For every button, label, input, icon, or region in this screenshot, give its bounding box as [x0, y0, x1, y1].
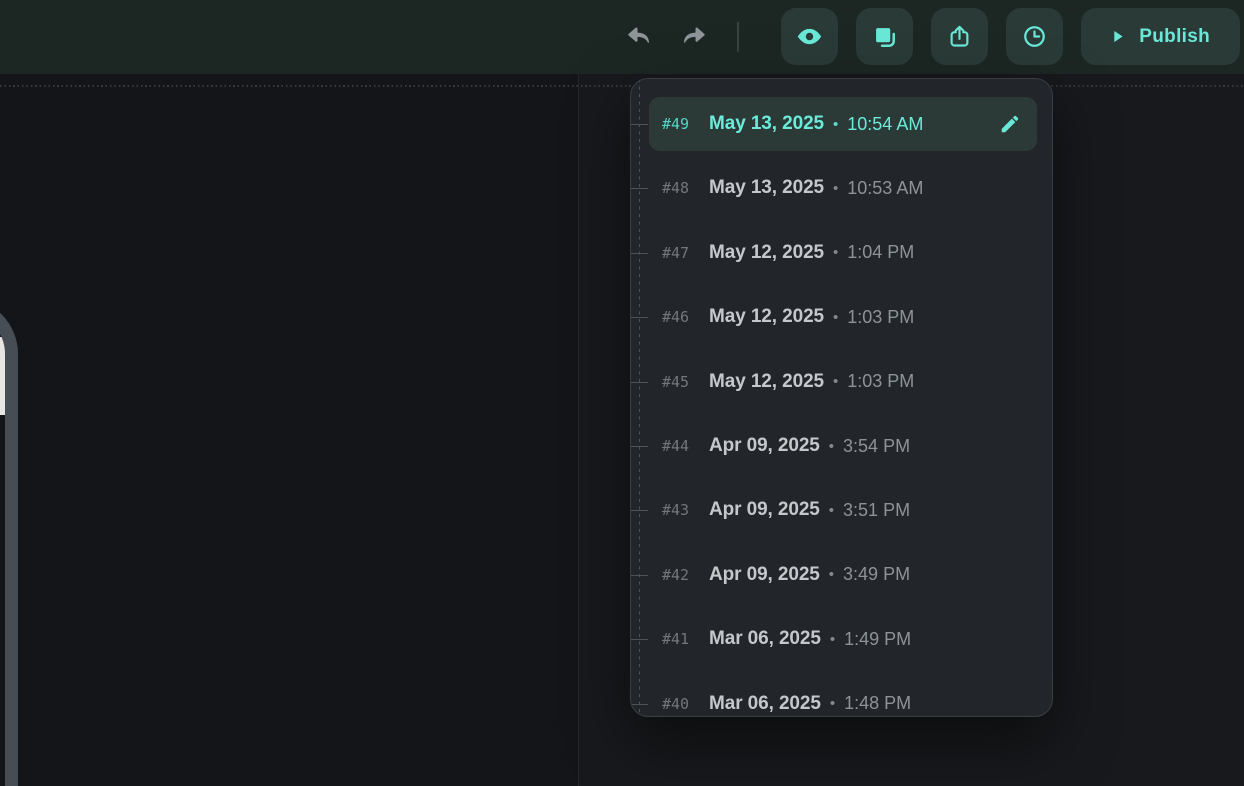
timeline-tick: [631, 124, 648, 125]
version-number: #42: [662, 566, 709, 584]
version-row[interactable]: #49 May 13, 2025 • 10:54 AM: [649, 97, 1037, 151]
version-number: #47: [662, 244, 709, 262]
version-row[interactable]: #47 May 12, 2025 • 1:04 PM: [649, 226, 1037, 280]
canvas-dotted-guide-line: [0, 85, 1244, 87]
toolbar-divider: [737, 22, 739, 52]
version-number: #43: [662, 501, 709, 519]
app-screen: Publish #49 May 13, 2025 • 10:54 AM #48 …: [0, 0, 1244, 786]
separator-dot-icon: •: [833, 116, 838, 133]
version-row[interactable]: #42 Apr 09, 2025 • 3:49 PM: [649, 548, 1037, 602]
preview-button[interactable]: [781, 8, 838, 65]
version-row[interactable]: #46 May 12, 2025 • 1:03 PM: [649, 290, 1037, 344]
undo-button[interactable]: [625, 23, 653, 51]
publish-label: Publish: [1139, 26, 1210, 48]
toolbar-actions: Publish: [625, 8, 1240, 65]
timeline-tick: [631, 639, 648, 640]
share-button[interactable]: [931, 8, 988, 65]
separator-dot-icon: •: [833, 309, 838, 326]
version-time: 1:48 PM: [844, 693, 911, 714]
separator-dot-icon: •: [829, 502, 834, 519]
version-number: #46: [662, 308, 709, 326]
redo-arrow-icon: [680, 23, 707, 50]
publish-button[interactable]: Publish: [1081, 8, 1240, 65]
eye-icon: [796, 23, 823, 50]
timeline-tick: [631, 317, 648, 318]
version-row[interactable]: #41 Mar 06, 2025 • 1:49 PM: [649, 612, 1037, 666]
version-number: #48: [662, 179, 709, 197]
edit-pencil-icon[interactable]: [999, 113, 1021, 135]
timeline-tick: [631, 253, 648, 254]
version-date: Mar 06, 2025: [709, 628, 821, 650]
undo-arrow-icon: [626, 23, 653, 50]
redo-button[interactable]: [679, 23, 707, 51]
separator-dot-icon: •: [833, 180, 838, 197]
duplicate-button[interactable]: [856, 8, 913, 65]
separator-dot-icon: •: [833, 244, 838, 261]
share-upload-icon: [946, 23, 973, 50]
canvas-divider-line: [578, 74, 579, 786]
version-row[interactable]: #44 Apr 09, 2025 • 3:54 PM: [649, 419, 1037, 473]
canvas-area-left[interactable]: [0, 74, 578, 786]
version-history-panel: #49 May 13, 2025 • 10:54 AM #48 May 13, …: [630, 78, 1053, 717]
separator-dot-icon: •: [830, 631, 835, 648]
timeline-tick: [631, 575, 648, 576]
version-time: 1:03 PM: [847, 307, 914, 328]
version-date: Apr 09, 2025: [709, 435, 820, 457]
version-time: 10:53 AM: [847, 178, 923, 199]
version-number: #44: [662, 437, 709, 455]
version-row[interactable]: #43 Apr 09, 2025 • 3:51 PM: [649, 483, 1037, 537]
version-number: #41: [662, 630, 709, 648]
version-date: May 12, 2025: [709, 306, 824, 328]
timeline-tick: [631, 446, 648, 447]
timeline-tick: [631, 188, 648, 189]
device-frame-corner: [0, 298, 18, 786]
version-date: Apr 09, 2025: [709, 499, 820, 521]
version-row[interactable]: #48 May 13, 2025 • 10:53 AM: [649, 161, 1037, 215]
version-time: 3:54 PM: [843, 436, 910, 457]
separator-dot-icon: •: [830, 695, 835, 712]
version-date: Apr 09, 2025: [709, 564, 820, 586]
version-timeline-dashed-line: [639, 79, 640, 716]
version-time: 1:49 PM: [844, 629, 911, 650]
play-icon: [1109, 28, 1126, 45]
version-date: May 12, 2025: [709, 371, 824, 393]
version-row[interactable]: #45 May 12, 2025 • 1:03 PM: [649, 355, 1037, 409]
timeline-tick: [631, 704, 648, 705]
version-time: 1:04 PM: [847, 242, 914, 263]
version-date: May 13, 2025: [709, 177, 824, 199]
separator-dot-icon: •: [829, 438, 834, 455]
version-number: #49: [662, 115, 709, 133]
separator-dot-icon: •: [829, 566, 834, 583]
version-time: 1:03 PM: [847, 371, 914, 392]
copy-icon: [871, 23, 898, 50]
version-row[interactable]: #40 Mar 06, 2025 • 1:48 PM: [649, 677, 1037, 717]
separator-dot-icon: •: [833, 373, 838, 390]
version-history-button[interactable]: [1006, 8, 1063, 65]
clock-icon: [1021, 23, 1048, 50]
undo-redo-group: [625, 23, 707, 51]
version-date: May 13, 2025: [709, 113, 824, 135]
version-time: 3:51 PM: [843, 500, 910, 521]
version-number: #45: [662, 373, 709, 391]
version-date: May 12, 2025: [709, 242, 824, 264]
timeline-tick: [631, 382, 648, 383]
version-time: 10:54 AM: [847, 114, 923, 135]
top-toolbar: Publish: [0, 0, 1244, 74]
timeline-tick: [631, 510, 648, 511]
version-number: #40: [662, 695, 709, 713]
version-date: Mar 06, 2025: [709, 693, 821, 715]
version-time: 3:49 PM: [843, 564, 910, 585]
